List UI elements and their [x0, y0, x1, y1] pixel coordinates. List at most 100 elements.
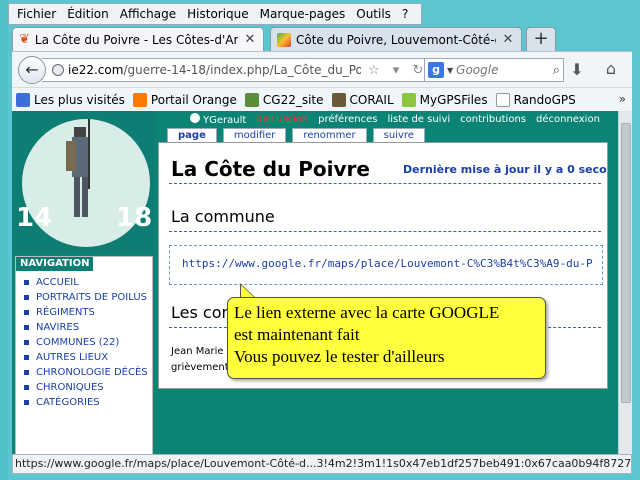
url-path: /guerre-14-18/index.php/La_Côte_du_Poivr…	[123, 63, 361, 77]
tab-modifier[interactable]: modifier	[222, 128, 287, 142]
nav-chroniques[interactable]: CHRONIQUES	[22, 380, 150, 395]
bookmark-les-plus-visites[interactable]: Les plus visités	[16, 92, 125, 107]
page-action-tabs: page modifier renommer suivre	[167, 128, 425, 142]
page-title: La Côte du Poivre	[171, 157, 370, 181]
tab-cote-du-poivre[interactable]: ❦ La Côte du Poivre - Les Côtes-d'Arm...…	[12, 27, 264, 51]
section-divider	[169, 231, 601, 232]
bookmark-label: Portail Orange	[150, 92, 237, 107]
status-bar: https://www.google.fr/maps/place/Louvemo…	[12, 454, 632, 474]
tab-page[interactable]: page	[167, 128, 217, 142]
tab-title: La Côte du Poivre - Les Côtes-d'Arm...	[34, 32, 238, 47]
dropdown-arrow-icon[interactable]: ▾	[387, 63, 405, 78]
bookmark-label: CG22_site	[262, 92, 324, 107]
body-text-line: Jean Marie	[171, 346, 224, 357]
url-bar[interactable]: ie22.com/guerre-14-18/index.php/La_Côte_…	[42, 58, 428, 82]
leaf-favicon-icon: ❦	[19, 32, 30, 47]
discussion-link[interactable]: discussion	[256, 114, 308, 125]
tab-strip: ❦ La Côte du Poivre - Les Côtes-d'Arm...…	[12, 27, 632, 51]
site-navigation: NAVIGATION ACCUEIL PORTRAITS DE POILUS R…	[15, 256, 153, 454]
search-icon[interactable]: ⌕	[553, 63, 560, 78]
tab-google-maps[interactable]: Côte du Poivre, Louvemont-Côté-du... ✕	[270, 27, 522, 51]
menu-edition[interactable]: Édition	[63, 7, 116, 21]
nav-accueil[interactable]: ACCUEIL	[22, 275, 150, 290]
download-icon[interactable]: ⬇	[566, 60, 588, 82]
bookmark-label: MyGPSFiles	[419, 92, 488, 107]
chevron-down-icon[interactable]: ▼	[447, 66, 453, 75]
vertical-scrollbar[interactable]	[618, 111, 632, 454]
search-bar[interactable]: g ▼ ⌕	[424, 58, 564, 82]
tab-title: Côte du Poivre, Louvemont-Côté-du...	[296, 32, 496, 47]
new-tab-button[interactable]: +	[526, 27, 556, 51]
contributions-link[interactable]: contributions	[460, 114, 526, 125]
nav-communes[interactable]: COMMUNES (22)	[22, 335, 150, 350]
nav-chronologie-deces[interactable]: CHRONOLOGIE DÉCÈS	[22, 365, 150, 380]
logo-year-start: 14	[16, 203, 53, 233]
menu-outils[interactable]: Outils	[352, 7, 398, 21]
back-button[interactable]: ←	[18, 56, 46, 84]
bookmark-label: CORAIL	[349, 92, 394, 107]
scrollbar-thumb[interactable]	[621, 123, 631, 403]
globe-icon	[52, 64, 64, 76]
section-heading-commune: La commune	[171, 207, 275, 226]
menu-historique[interactable]: Historique	[183, 7, 256, 21]
menu-help[interactable]: ?	[398, 7, 415, 21]
callout-line: Le lien externe avec la carte GOOGLE	[234, 303, 500, 322]
logout-link[interactable]: déconnexion	[536, 114, 600, 125]
body-text-line: grièvement	[171, 362, 229, 373]
google-search-engine-icon[interactable]: g	[428, 62, 444, 78]
watchlist-link[interactable]: liste de suivi	[387, 114, 450, 125]
url-host: ie22.com	[68, 63, 124, 77]
user-link[interactable]: YGerault	[190, 112, 247, 126]
menu-marque-pages[interactable]: Marque-pages	[256, 7, 353, 21]
bookmark-randogps[interactable]: RandoGPS	[495, 92, 576, 107]
corail-icon	[331, 92, 346, 107]
nav-autres-lieux[interactable]: AUTRES LIEUX	[22, 350, 150, 365]
bookmark-label: Les plus visités	[34, 92, 125, 107]
user-icon	[190, 112, 200, 123]
navigation-header: NAVIGATION	[16, 257, 94, 271]
page-icon	[495, 92, 510, 107]
home-icon[interactable]: ⌂	[600, 59, 622, 81]
callout-line: est maintenant fait	[234, 325, 360, 344]
google-maps-favicon-icon	[277, 32, 291, 47]
user-links-bar: YGerault discussion préférences liste de…	[190, 111, 600, 127]
title-divider	[169, 183, 601, 184]
back-arrow-icon: ←	[25, 60, 39, 79]
search-input[interactable]	[456, 63, 550, 77]
bookmark-cg22-site[interactable]: CG22_site	[244, 92, 324, 107]
logo-year-end: 18	[116, 203, 153, 233]
site-logo[interactable]: 14 18	[12, 111, 155, 254]
external-link-box: https://www.google.fr/maps/place/Louvemo…	[169, 245, 603, 285]
nav-categories[interactable]: CATÉGORIES	[22, 395, 150, 410]
nav-regiments[interactable]: RÉGIMENTS	[22, 305, 150, 320]
callout-line: Vous pouvez le tester d'ailleurs	[234, 347, 445, 366]
preferences-link[interactable]: préférences	[318, 114, 377, 125]
soldier-silhouette-icon	[66, 119, 90, 217]
bookmarks-toolbar: Les plus visités Portail Orange CG22_sit…	[12, 87, 632, 111]
url-text[interactable]: ie22.com/guerre-14-18/index.php/La_Côte_…	[68, 63, 361, 77]
user-name: YGerault	[203, 114, 247, 126]
bookmark-corail[interactable]: CORAIL	[331, 92, 394, 107]
close-tab-icon[interactable]: ✕	[501, 32, 515, 47]
bookmark-label: RandoGPS	[513, 92, 576, 107]
bookmark-mygpsfiles[interactable]: MyGPSFiles	[401, 92, 488, 107]
nav-portraits-de-poilus[interactable]: PORTRAITS DE POILUS	[22, 290, 150, 305]
star-folder-icon	[16, 92, 30, 107]
tab-suivre[interactable]: suivre	[372, 128, 425, 142]
nav-navires[interactable]: NAVIRES	[22, 320, 150, 335]
external-map-link[interactable]: https://www.google.fr/maps/place/Louvemo…	[182, 257, 593, 270]
close-tab-icon[interactable]: ✕	[243, 32, 257, 47]
menu-affichage[interactable]: Affichage	[116, 7, 183, 21]
bookmarks-overflow-button[interactable]: »	[619, 92, 626, 106]
bookmark-star-icon[interactable]: ☆	[365, 63, 383, 78]
cg22-icon	[244, 92, 259, 107]
navigation-toolbar: ie22.com/guerre-14-18/index.php/La_Côte_…	[12, 51, 632, 87]
annotation-callout: Le lien externe avec la carte GOOGLE est…	[227, 297, 546, 379]
menu-fichier[interactable]: Fichier	[13, 7, 63, 21]
orange-icon	[132, 92, 147, 107]
bookmark-portail-orange[interactable]: Portail Orange	[132, 92, 237, 107]
page-content: 14 18 NAVIGATION ACCUEIL PORTRAITS DE PO…	[12, 111, 618, 454]
menu-bar: Fichier Édition Affichage Historique Mar…	[8, 3, 423, 25]
tab-renommer[interactable]: renommer	[292, 128, 367, 142]
mygps-icon	[401, 92, 416, 107]
